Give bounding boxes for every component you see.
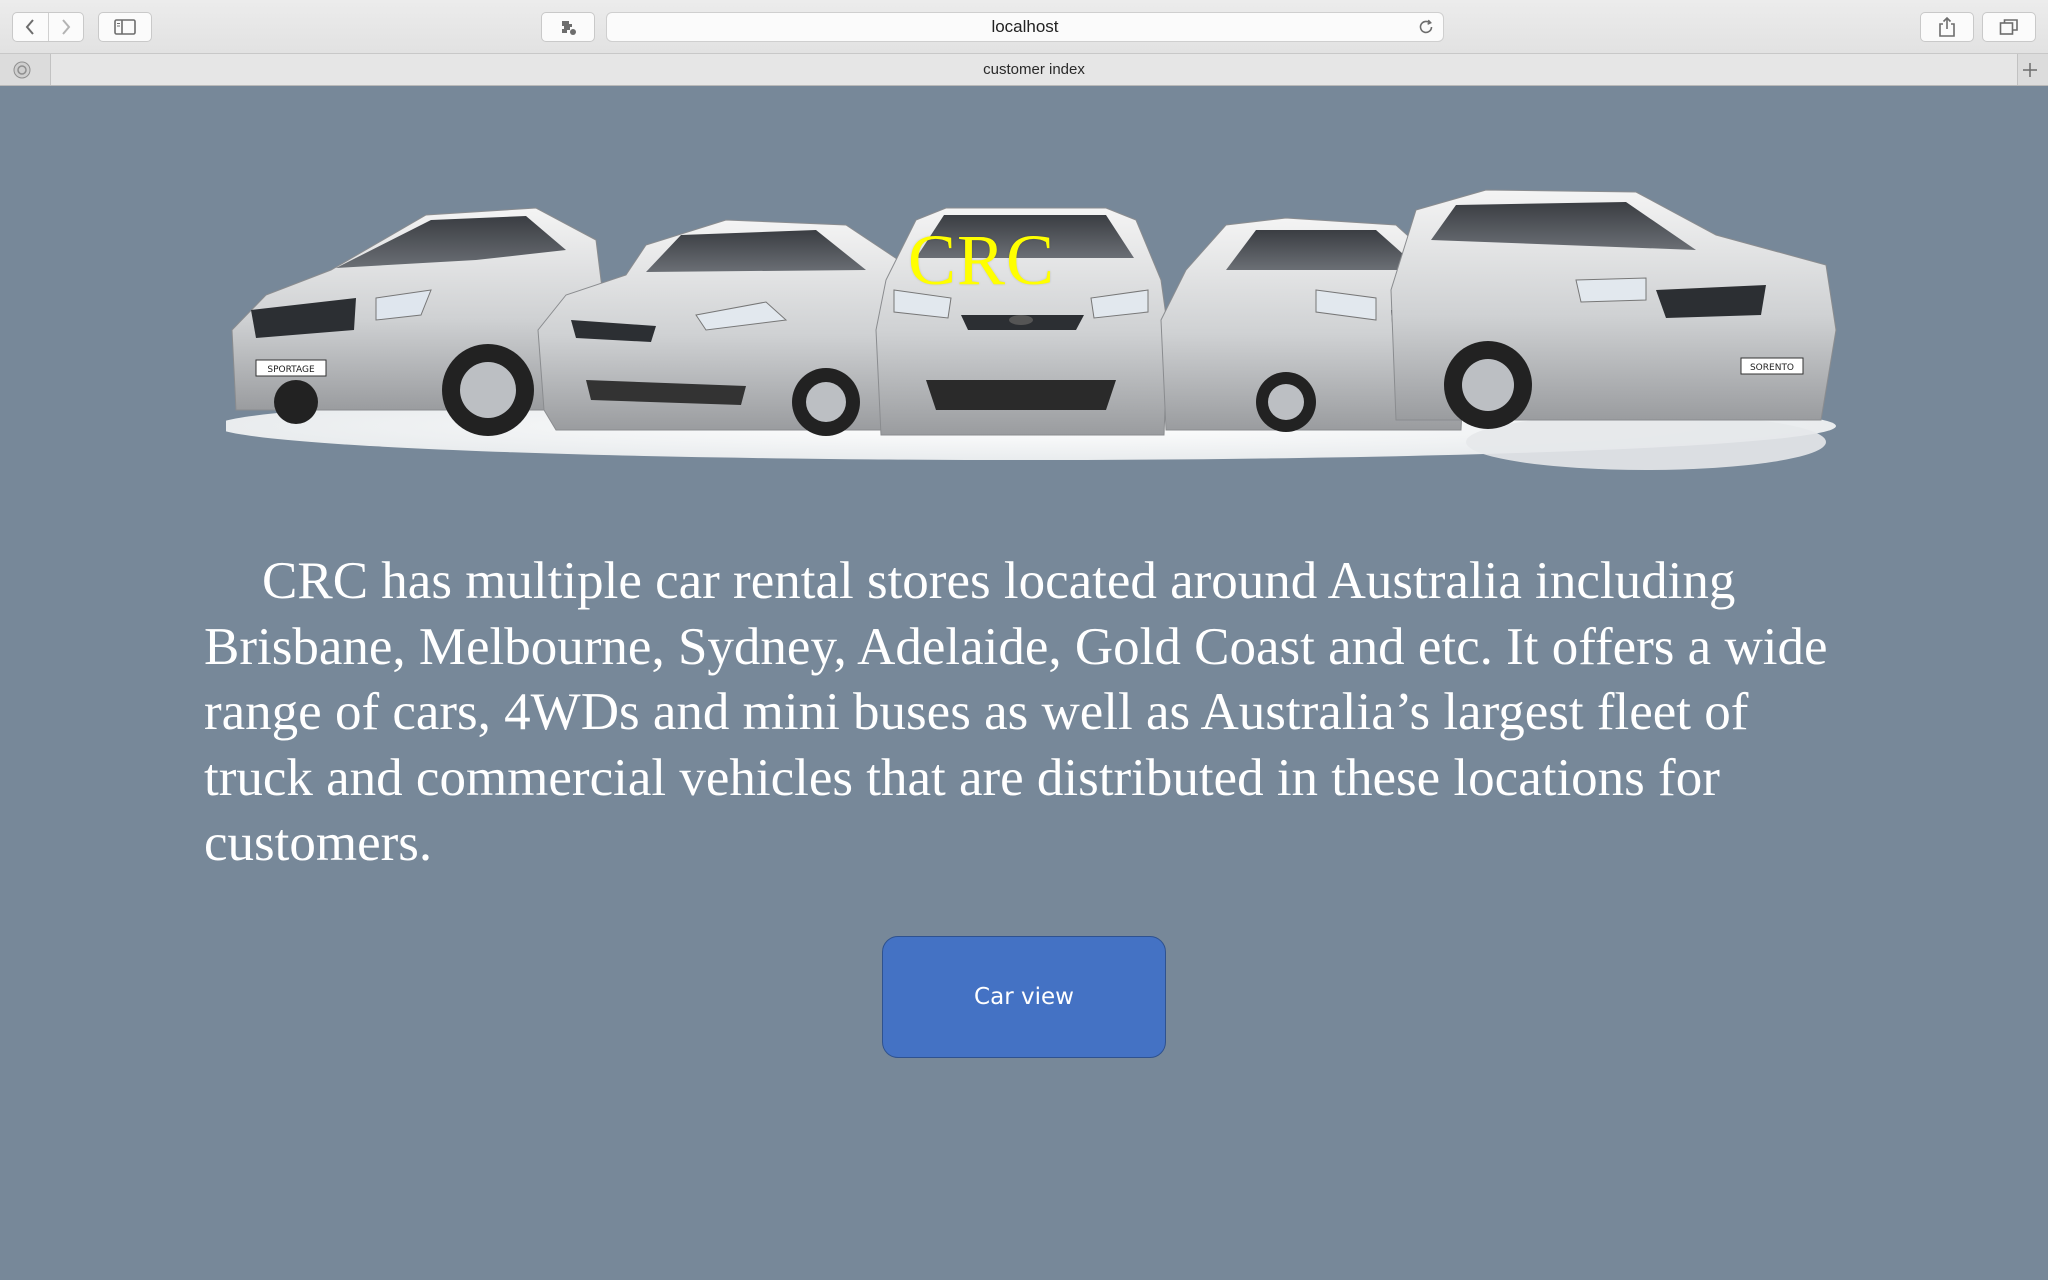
chevron-right-icon [61,19,71,35]
extension-button[interactable] [541,12,595,42]
address-bar[interactable]: localhost [606,12,1444,42]
extension-icon [562,21,576,35]
pinned-site-icon[interactable] [12,60,32,80]
reload-icon[interactable] [1417,18,1435,36]
car-sorento: SORENTO [1390,189,1837,429]
nav-buttons [12,12,84,42]
back-button[interactable] [13,13,48,41]
sidebar-button[interactable] [98,12,152,42]
address-text: localhost [991,17,1059,36]
tab-customer-index[interactable]: customer index [50,54,2018,85]
plate-text: SORENTO [1750,363,1794,373]
plate-text: SPORTAGE [267,365,315,375]
crc-logo-text: CRC [908,220,1056,300]
tabs-icon [1999,19,2018,35]
browser-toolbar: localhost [0,0,2048,54]
tab-bar: customer index [0,54,2048,86]
new-tab-icon[interactable] [2020,60,2040,80]
car-view-button[interactable]: Car view [882,936,1166,1058]
intro-paragraph: CRC has multiple car rental stores locat… [204,552,1828,872]
forward-button[interactable] [47,13,84,41]
sidebar-icon [114,19,136,35]
tabs-overview-button[interactable] [1982,12,2036,42]
chevron-left-icon [25,19,35,35]
share-button[interactable] [1920,12,1974,42]
tab-title: customer index [983,61,1085,78]
share-icon [1939,16,1955,37]
